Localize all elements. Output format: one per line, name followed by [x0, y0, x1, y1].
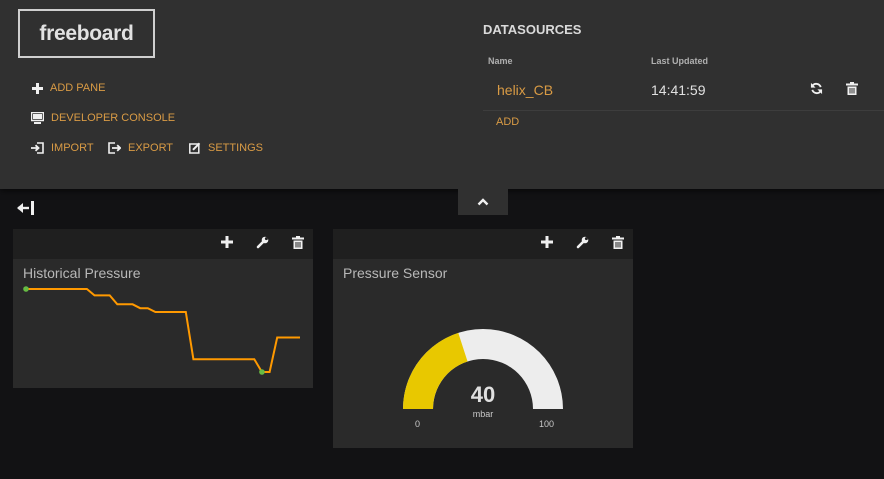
sparkline-min-marker [259, 369, 265, 375]
column-header-name: Name [488, 56, 513, 66]
monitor-icon [31, 112, 44, 124]
import-button[interactable]: IMPORT [31, 142, 94, 154]
import-label: IMPORT [51, 142, 94, 154]
settings-button[interactable]: SETTINGS [189, 142, 263, 154]
gauge-min-label: 0 [415, 419, 421, 429]
plus-icon [32, 82, 43, 94]
column-header-last-updated: Last Updated [651, 56, 709, 66]
chevron-up-icon [477, 198, 489, 206]
gauge-units: mbar [472, 409, 494, 419]
datasource-last-updated: 14:41:59 [651, 82, 706, 98]
export-icon [108, 142, 121, 154]
export-label: EXPORT [128, 142, 174, 154]
add-pane-button[interactable]: ADD PANE [32, 82, 105, 94]
datasource-row: helix_CB 14:41:59 [483, 72, 884, 111]
gauge-value: 40 [470, 382, 496, 407]
datasources-title: DATASOURCES [483, 22, 582, 37]
add-datasource-button[interactable]: ADD [496, 116, 519, 128]
trash-icon[interactable] [292, 236, 304, 249]
developer-console-label: DEVELOPER CONSOLE [51, 112, 176, 124]
collapse-header-button[interactable] [458, 189, 508, 215]
export-button[interactable]: EXPORT [108, 142, 173, 154]
settings-label: SETTINGS [208, 142, 264, 154]
pane-header [13, 229, 313, 259]
plus-icon[interactable] [221, 236, 233, 248]
app-logo: freeboard [18, 9, 155, 58]
header-panel: freeboard ADD PANE DEVELOPER CONSOLE IMP… [0, 0, 884, 189]
gauge-max-label: 100 [539, 419, 555, 429]
sparkline-start-marker [23, 286, 29, 292]
developer-console-button[interactable]: DEVELOPER CONSOLE [31, 112, 175, 124]
sparkline-chart [23, 286, 300, 375]
edit-icon [189, 142, 201, 154]
import-icon [31, 142, 44, 154]
sparkline-line [26, 288, 300, 373]
refresh-icon[interactable] [810, 82, 823, 95]
trash-icon[interactable] [846, 82, 858, 95]
pane-historical-pressure: Historical Pressure [13, 229, 313, 388]
add-pane-label: ADD PANE [50, 82, 106, 94]
datasource-name-link[interactable]: helix_CB [497, 82, 553, 98]
pane-pressure-sensor: Pressure Sensor 40 mbar 0 100 [333, 229, 633, 448]
wrench-icon[interactable] [256, 236, 269, 249]
exit-edit-mode-icon[interactable] [17, 201, 35, 215]
